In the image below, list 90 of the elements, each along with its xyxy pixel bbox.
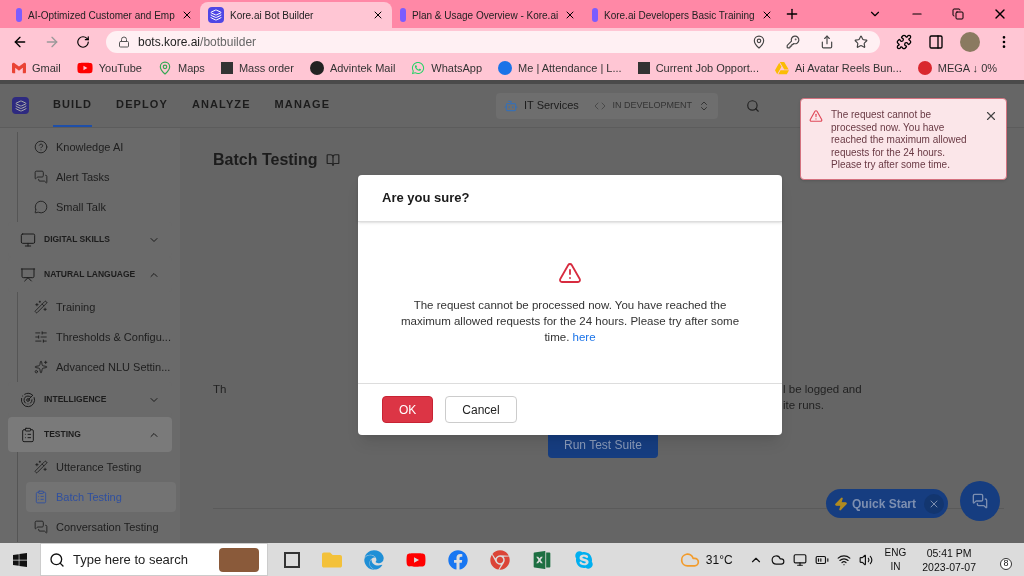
item-icon [34,460,48,474]
section-icon [20,391,36,408]
cancel-button[interactable]: Cancel [445,396,517,423]
item-icon [34,520,48,534]
lightning-icon [834,496,848,511]
bookmark[interactable]: MEGA ↓ 0% [917,59,998,77]
triangle-icon [774,61,789,75]
section-icon [20,266,36,283]
notification-button[interactable]: 8 [992,549,1012,570]
section-icon [20,426,36,443]
bookmark-star-icon[interactable] [854,35,868,49]
sidebar-section[interactable]: TESTING [8,417,172,452]
section-icon [20,231,36,248]
play-icon [76,60,93,76]
monitor-icon[interactable] [792,552,807,567]
item-icon [34,200,48,214]
sort-icon [698,99,710,112]
bookmark[interactable]: Maps [157,59,205,77]
location-icon[interactable] [752,35,766,49]
warning-icon [809,109,823,123]
bookmark[interactable]: Mass order [220,59,294,77]
new-tab-icon[interactable] [784,6,800,22]
reload-icon[interactable] [76,35,90,49]
search-icon[interactable] [746,98,760,113]
temperature-text: 31°C [705,551,733,569]
cake-picture [219,547,259,572]
extensions-icon[interactable] [896,34,912,50]
item-icon [34,170,48,184]
ok-button[interactable]: OK [382,396,434,423]
app-logo-icon [208,7,224,23]
start-icon[interactable] [12,551,28,568]
bookmark[interactable]: Advintek Mail [309,59,396,77]
close-icon[interactable] [372,9,384,21]
taskbar-search-field[interactable]: Type here to search [40,543,268,576]
square-icon [220,62,233,74]
cloud-icon[interactable] [770,552,785,567]
facebook-icon[interactable] [448,549,468,570]
bookmark[interactable]: Ai Avatar Reels Bun... [774,59,902,77]
app-logo-icon [12,97,29,114]
volume-icon[interactable] [858,552,873,567]
key-icon[interactable] [786,35,800,49]
search-icon [49,551,65,568]
bookmark[interactable]: Current Job Opport... [637,59,759,77]
toast-message: The request cannot be processed now. You have reached the maximum allowed requests for the 24 hours. Please try after some time. [831,109,968,172]
description-text: Th [213,382,227,397]
spreadsheet-icon[interactable] [532,549,552,570]
book-icon[interactable] [325,153,340,167]
restore-icon[interactable] [952,8,964,20]
item-icon [34,330,48,344]
avatar[interactable] [960,32,980,52]
item-icon [34,300,48,314]
dialog-message: The request cannot be processed now. You have reached the maximum allowed requests for the 24 hours. Please try after some time. here [399,297,741,345]
page-title: Batch Testing [213,150,318,170]
address-field[interactable]: bots.kore.ai/botbuilder [106,31,880,53]
clock-time[interactable]: 05:41 PM [926,545,972,560]
lock-icon[interactable] [118,36,130,48]
network-icon[interactable] [836,552,851,567]
browser-icon[interactable] [490,549,510,570]
item-icon [34,360,48,374]
bookmark[interactable]: YouTube [76,59,142,77]
warning-icon [558,260,582,285]
dialog-title: Are you sure? [382,189,470,208]
browser-tab[interactable]: Kore.ai Developers Basic Training [584,2,776,28]
language-text[interactable]: ENG [884,545,907,560]
back-icon[interactable] [12,34,28,50]
bot-icon [504,98,518,113]
chat-button[interactable] [960,481,1000,521]
item-icon [34,490,48,504]
chat-icon [972,493,988,509]
map-pin-icon [157,61,172,75]
side-panel-icon[interactable] [928,34,944,50]
region-text[interactable]: IN [890,559,901,574]
square-icon [637,62,650,74]
bookmark[interactable]: Me | Attendance | L... [498,59,622,77]
browser-tab[interactable]: Kore.ai Bot Builder [200,2,392,28]
task-view-icon[interactable] [284,551,300,568]
description-text: ite runs. [783,398,825,413]
help-link[interactable]: here [572,330,596,343]
chat-icon [411,61,426,75]
browser-tab[interactable]: AI-Optimized Customer and Emp [8,2,200,28]
close-icon[interactable] [984,109,998,123]
mail-icon [12,61,26,75]
item-icon [34,140,48,154]
bookmark[interactable]: WhatsApp [411,59,483,77]
browser-tab[interactable]: Plan & Usage Overview - Kore.ai [392,2,584,28]
bookmark[interactable]: Gmail [12,59,61,77]
url-text: bots.kore.ai/botbuilder [138,35,257,49]
share-icon[interactable] [820,35,834,49]
clock-date[interactable]: 2023-07-07 [922,559,976,574]
browser-icon[interactable] [364,549,384,570]
